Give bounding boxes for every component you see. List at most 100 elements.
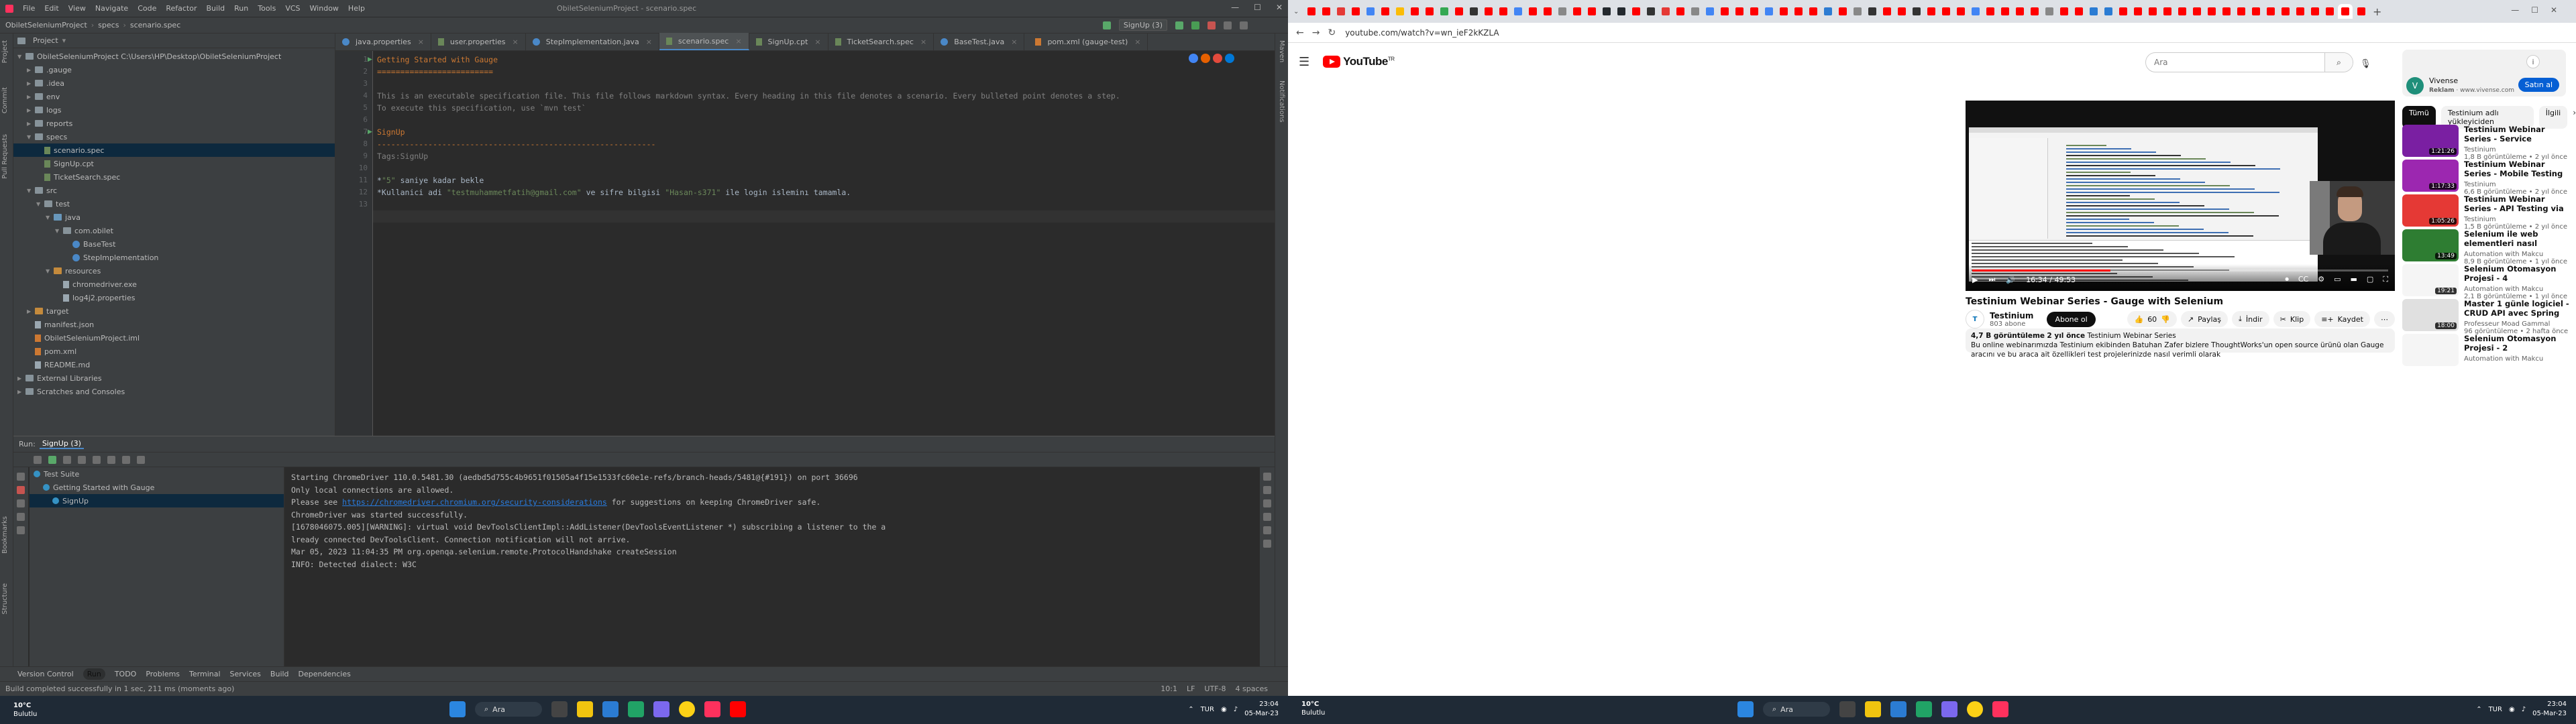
thumbs-down-icon[interactable]: 👎 xyxy=(2161,315,2170,324)
browser-tab[interactable] xyxy=(2102,4,2114,19)
tray-chevron-icon-right[interactable]: ⌃ xyxy=(2476,706,2481,713)
search-input[interactable]: Ara xyxy=(2154,58,2168,67)
status-item[interactable]: 10:1 xyxy=(1161,684,1177,693)
status-item[interactable]: 4 spaces xyxy=(1236,684,1269,693)
browser-tab[interactable] xyxy=(1452,4,1465,19)
editor-tab[interactable]: StepImplementation.java × xyxy=(526,33,659,50)
bottom-tab-dependencies[interactable]: Dependencies xyxy=(299,670,351,678)
input-language[interactable]: TUR xyxy=(1201,706,1214,713)
video-thumbnail[interactable]: 1:21:26 xyxy=(2402,125,2459,157)
bottom-tab-problems[interactable]: Problems xyxy=(146,670,180,678)
channel-name[interactable]: Testinium xyxy=(1990,311,2033,320)
browser-tab[interactable] xyxy=(1541,4,1554,19)
down-icon[interactable] xyxy=(1263,486,1271,494)
camera-icon[interactable] xyxy=(17,513,25,521)
related-video[interactable]: 1:17:33 Testinium Webinar Series - Mobile… xyxy=(2402,160,2570,196)
browser-tab[interactable] xyxy=(1733,4,1746,19)
bottom-tab-run[interactable]: Run xyxy=(83,668,105,680)
related-video-title[interactable]: Testinium Webinar Series - Mobile Testin… xyxy=(2464,160,2570,178)
tab-search-icon[interactable]: ⌄ xyxy=(1293,8,1303,15)
browser-tab[interactable] xyxy=(1836,4,1849,19)
browser-tab[interactable] xyxy=(2087,4,2100,19)
bottom-tab-services[interactable]: Services xyxy=(230,670,261,678)
editor-tab[interactable]: java.properties × xyxy=(335,33,431,50)
word-icon[interactable] xyxy=(602,701,619,717)
like-button[interactable]: 👍 60 👎 xyxy=(2127,311,2177,327)
menu-item-view[interactable]: View xyxy=(68,4,86,13)
browser-tab[interactable] xyxy=(1984,4,1996,19)
windows-start-icon[interactable] xyxy=(449,701,466,717)
browser-tab[interactable] xyxy=(2355,4,2367,19)
settings-side-icon[interactable] xyxy=(17,526,25,534)
tool-tab-pull-requests[interactable]: Pull Requests xyxy=(1,134,9,179)
project-panel-title[interactable]: Project xyxy=(33,36,58,45)
teams-icon[interactable] xyxy=(653,701,669,717)
menu-item-tools[interactable]: Tools xyxy=(258,4,276,13)
input-language-right[interactable]: TUR xyxy=(2489,706,2502,713)
tree-node[interactable]: ▼ src xyxy=(13,184,335,197)
browser-tab[interactable] xyxy=(1334,4,1347,19)
browser-tab[interactable] xyxy=(2205,4,2218,19)
window-controls-icon[interactable]: —☐✕ xyxy=(2511,5,2569,15)
video-thumbnail[interactable] xyxy=(2402,334,2459,366)
browser-tab[interactable] xyxy=(2013,4,2026,19)
chevron-down-icon[interactable]: ▾ xyxy=(62,36,66,45)
browser-tab[interactable] xyxy=(1511,4,1524,19)
related-video-title[interactable]: Testinium Webinar Series - API Testing v… xyxy=(2464,194,2570,213)
browser-tab[interactable] xyxy=(1939,4,1952,19)
ad-cta-button[interactable]: Satın al xyxy=(2518,78,2559,92)
tree-node[interactable]: ▶ env xyxy=(13,90,335,103)
browser-tab[interactable] xyxy=(1910,4,1923,19)
run-scenario-gutter-icon[interactable]: ▶ xyxy=(368,129,372,135)
browser-tab[interactable] xyxy=(1895,4,1908,19)
related-video-channel[interactable]: Testinium xyxy=(2464,181,2570,188)
browser-tab[interactable] xyxy=(1408,4,1421,19)
browser-tab[interactable] xyxy=(1807,4,1819,19)
wrap-icon[interactable] xyxy=(1263,499,1271,507)
video-thumbnail[interactable]: 13:49 xyxy=(2402,229,2459,261)
browser-tab[interactable] xyxy=(1703,4,1716,19)
browser-tab[interactable] xyxy=(2235,4,2247,19)
close-tab-icon[interactable]: × xyxy=(418,38,424,46)
video-description[interactable]: 4,7 B görüntüleme 2 yıl önce Testinium W… xyxy=(1966,328,2395,359)
close-tab-icon[interactable]: × xyxy=(646,38,652,46)
clock[interactable]: 23:04 05-Mar-23 xyxy=(1244,700,1279,719)
browser-tab[interactable] xyxy=(1688,4,1701,19)
video-thumbnail[interactable]: 19:21 xyxy=(2402,264,2459,296)
browser-tab[interactable] xyxy=(1320,4,1332,19)
related-video-channel[interactable]: Automation with Makcu xyxy=(2464,251,2570,258)
wifi-icon-right[interactable]: ◉ xyxy=(2509,706,2515,713)
browser-tab[interactable] xyxy=(1379,4,1391,19)
related-video-channel[interactable]: Testinium xyxy=(2464,146,2570,154)
tree-node[interactable]: ▼ ObiletSeleniumProject C:\Users\HP\Deskt… xyxy=(13,50,335,63)
excel-icon[interactable] xyxy=(628,701,644,717)
video-thumbnail[interactable]: 18:00 xyxy=(2402,299,2459,331)
tree-node[interactable]: log4j2.properties xyxy=(13,291,335,304)
teams-icon-right[interactable] xyxy=(1941,701,1957,717)
editor-tab[interactable]: user.properties × xyxy=(431,33,526,50)
related-video-title[interactable]: Selenium ile web elementleri nasıl bulun… xyxy=(2464,229,2570,248)
progress-bar[interactable] xyxy=(1972,269,2388,272)
status-item[interactable]: UTF-8 xyxy=(1204,684,1226,693)
play-icon[interactable]: ▶ xyxy=(1972,276,1978,284)
tree-node[interactable]: pom.xml xyxy=(13,345,335,358)
browser-tab[interactable] xyxy=(1821,4,1834,19)
debug-icon[interactable] xyxy=(1191,21,1199,29)
taskbar-search[interactable]: ⌕ Ara xyxy=(475,702,542,717)
trash-icon[interactable] xyxy=(1263,540,1271,548)
more-actions-icon[interactable]: ⋯ xyxy=(2374,311,2395,327)
menu-item-file[interactable]: File xyxy=(23,4,35,13)
browser-tab[interactable] xyxy=(2043,4,2055,19)
expand-icon[interactable] xyxy=(93,455,101,464)
weather-widget[interactable]: 10°C Bulutlu xyxy=(13,701,37,719)
code-text[interactable]: Getting Started with Gauge ==============… xyxy=(377,51,1269,436)
clip-button[interactable]: ✂ Klip xyxy=(2273,311,2311,327)
bottom-tab-terminal[interactable]: Terminal xyxy=(189,670,221,678)
back-icon[interactable]: ← xyxy=(1296,27,1304,38)
tool-tab-maven[interactable]: Maven xyxy=(1278,40,1285,62)
browser-tab[interactable] xyxy=(1925,4,1937,19)
tray-chevron-icon[interactable]: ⌃ xyxy=(1188,706,1193,713)
rerun-side-icon[interactable] xyxy=(17,473,25,481)
browser-tab[interactable] xyxy=(2308,4,2321,19)
browser-tab[interactable] xyxy=(1629,4,1642,19)
